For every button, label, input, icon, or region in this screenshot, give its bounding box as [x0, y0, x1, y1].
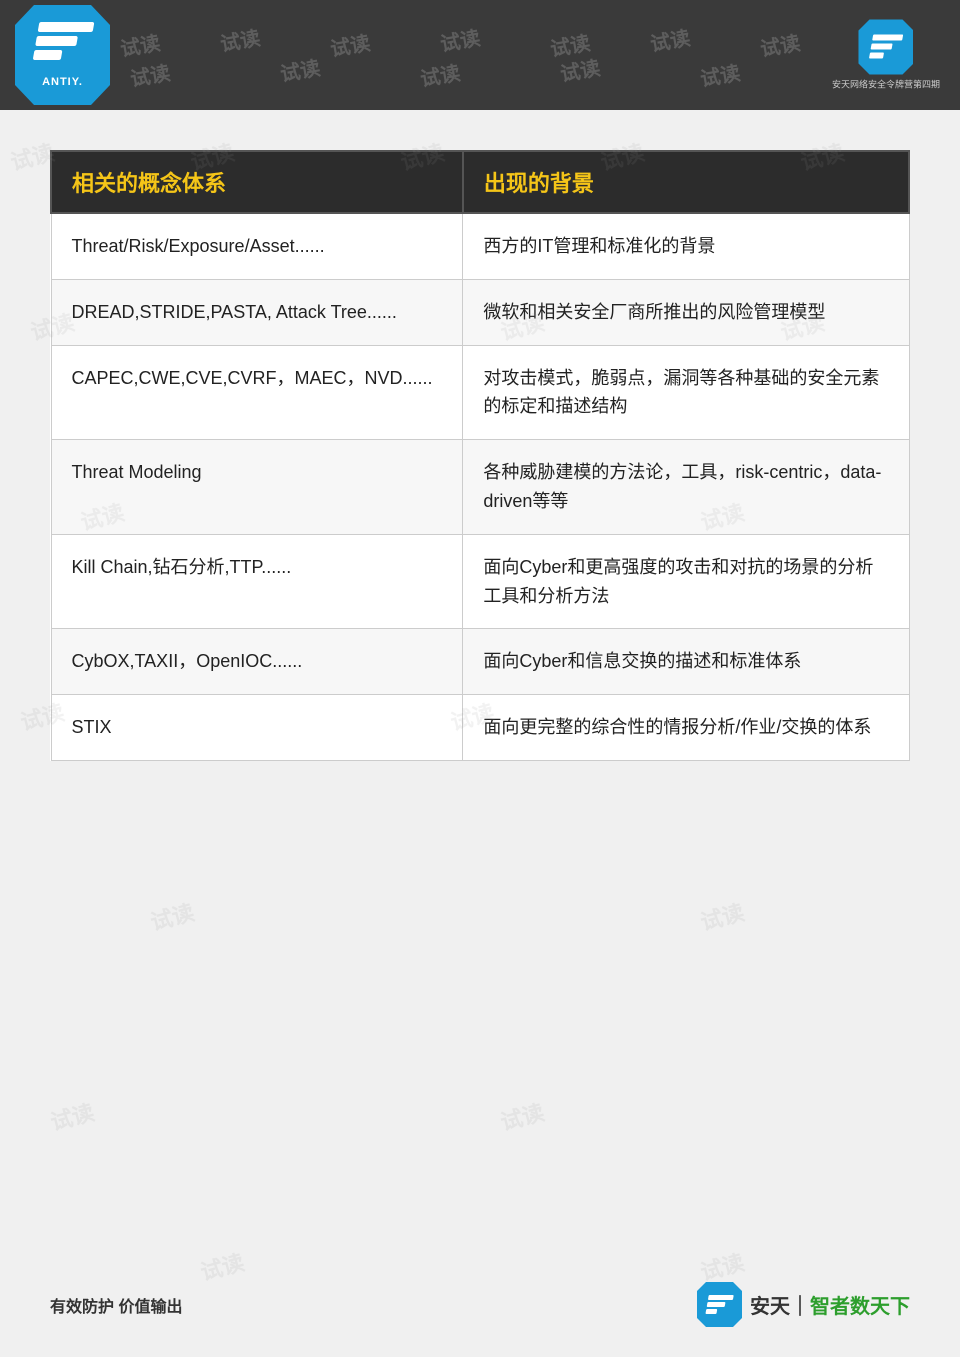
logo-stripes	[31, 22, 95, 72]
footer-brand: 安天｜智者数天下	[697, 1282, 910, 1327]
table-cell-background: 面向Cyber和信息交换的描述和标准体系	[463, 629, 909, 695]
concepts-table: 相关的概念体系 出现的背景 Threat/Risk/Exposure/Asset…	[50, 150, 910, 761]
footer-brand-text: 安天｜智者数天下	[750, 1290, 910, 1319]
header-subtitle: 安天网络安全令牌营第四期	[832, 78, 940, 91]
table-cell-concept: Threat Modeling	[51, 440, 463, 535]
col1-header: 相关的概念体系	[51, 151, 463, 213]
footer-brand-antiy: 安天	[750, 1296, 790, 1318]
header-right-stripes	[869, 35, 903, 60]
table-header-row: 相关的概念体系 出现的背景	[51, 151, 909, 213]
antiy-logo: ANTIY.	[15, 5, 110, 105]
footer-logo-icon	[697, 1282, 742, 1327]
footer-tagline: 有效防护 价值输出	[50, 1293, 182, 1317]
table-cell-concept: Threat/Risk/Exposure/Asset......	[51, 213, 463, 279]
header-right-branding: 安天网络安全令牌营第四期	[832, 20, 940, 91]
table-row: CAPEC,CWE,CVE,CVRF，MAEC，NVD......对攻击模式，脆…	[51, 345, 909, 440]
table-cell-concept: DREAD,STRIDE,PASTA, Attack Tree......	[51, 279, 463, 345]
footer-logo-stripes	[705, 1295, 734, 1315]
table-row: Threat/Risk/Exposure/Asset......西方的IT管理和…	[51, 213, 909, 279]
table-row: Threat Modeling各种威胁建模的方法论，工具，risk-centri…	[51, 440, 909, 535]
table-row: CybOX,TAXII，OpenIOC......面向Cyber和信息交换的描述…	[51, 629, 909, 695]
table-row: Kill Chain,钻石分析,TTP......面向Cyber和更高强度的攻击…	[51, 534, 909, 629]
main-content: 相关的概念体系 出现的背景 Threat/Risk/Exposure/Asset…	[0, 110, 960, 801]
logo-label: ANTIY.	[42, 76, 83, 88]
footer-brand-slogan: 智者数天下	[810, 1296, 910, 1318]
table-cell-background: 面向Cyber和更高强度的攻击和对抗的场景的分析工具和分析方法	[463, 534, 909, 629]
table-cell-background: 西方的IT管理和标准化的背景	[463, 213, 909, 279]
logo-stripe-2	[35, 36, 78, 46]
table-cell-concept: CybOX,TAXII，OpenIOC......	[51, 629, 463, 695]
header-watermarks: 试读 试读 试读 试读 试读 试读 试读 试读 试读 试读 试读 试读	[0, 0, 960, 110]
table-body: Threat/Risk/Exposure/Asset......西方的IT管理和…	[51, 213, 909, 760]
table-row: DREAD,STRIDE,PASTA, Attack Tree......微软和…	[51, 279, 909, 345]
table-cell-concept: CAPEC,CWE,CVE,CVRF，MAEC，NVD......	[51, 345, 463, 440]
table-cell-background: 微软和相关安全厂商所推出的风险管理模型	[463, 279, 909, 345]
header-right-hex-icon	[858, 20, 913, 75]
table-cell-concept: Kill Chain,钻石分析,TTP......	[51, 534, 463, 629]
table-cell-background: 面向更完整的综合性的情报分析/作业/交换的体系	[463, 695, 909, 761]
logo-stripe-1	[38, 22, 95, 32]
table-cell-background: 对攻击模式，脆弱点，漏洞等各种基础的安全元素的标定和描述结构	[463, 345, 909, 440]
table-row: STIX面向更完整的综合性的情报分析/作业/交换的体系	[51, 695, 909, 761]
header: 试读 试读 试读 试读 试读 试读 试读 试读 试读 试读 试读 试读 ANTI…	[0, 0, 960, 110]
footer: 有效防护 价值输出 安天｜智者数天下	[0, 1282, 960, 1327]
logo-stripe-3	[33, 50, 62, 60]
table-cell-background: 各种威胁建模的方法论，工具，risk-centric，data-driven等等	[463, 440, 909, 535]
table-cell-concept: STIX	[51, 695, 463, 761]
col2-header: 出现的背景	[463, 151, 909, 213]
